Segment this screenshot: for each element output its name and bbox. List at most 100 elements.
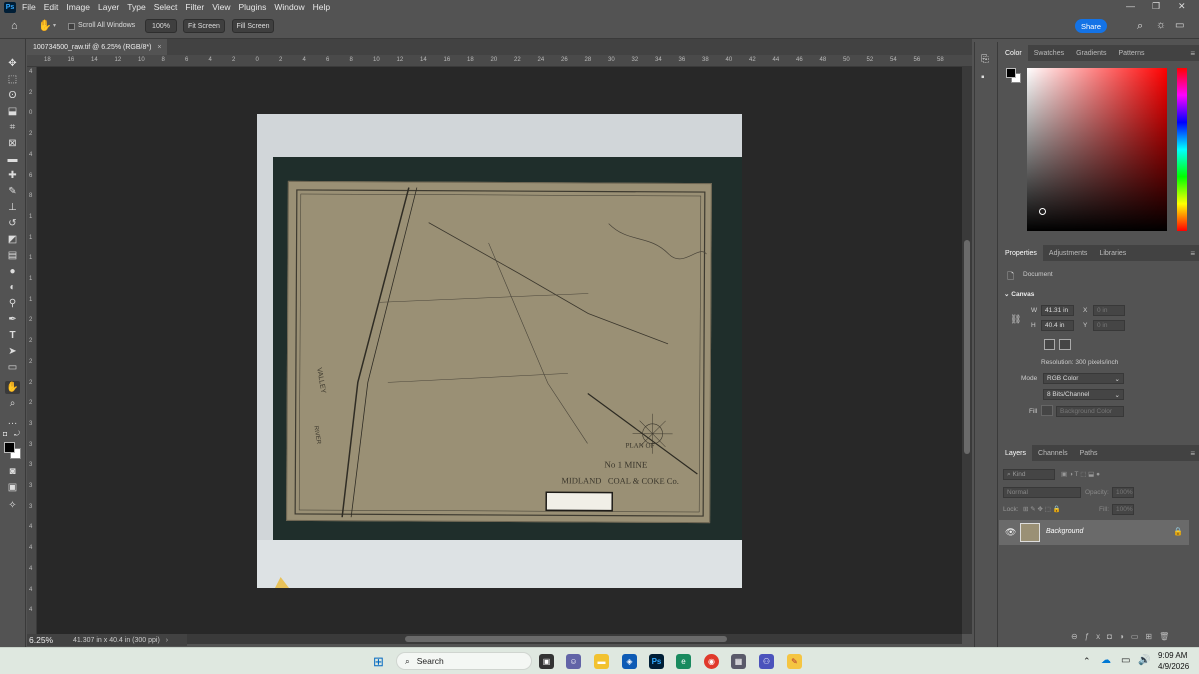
tab-layers[interactable]: Layers: [999, 445, 1033, 461]
tab-swatches[interactable]: Swatches: [1028, 45, 1070, 61]
tab-libraries[interactable]: Libraries: [1093, 245, 1132, 261]
menu-help[interactable]: Help: [313, 2, 330, 12]
workspace-icon[interactable]: ▭: [1175, 20, 1184, 31]
type-tool-icon[interactable]: T: [5, 329, 20, 342]
layer-fill-field[interactable]: 100%: [1112, 504, 1134, 515]
fg-color-chip[interactable]: [1006, 68, 1016, 78]
close-icon[interactable]: ✕: [1178, 1, 1186, 12]
file-explorer-icon[interactable]: ▬: [594, 654, 609, 669]
menu-view[interactable]: View: [212, 2, 230, 12]
gradient-tool-icon[interactable]: ▤: [5, 249, 20, 262]
menu-file[interactable]: File: [22, 2, 36, 12]
panel-menu-icon[interactable]: ≡: [1190, 49, 1195, 58]
eraser-tool-icon[interactable]: ◩: [5, 233, 20, 246]
fill-color-swatch[interactable]: [1041, 405, 1053, 416]
panel-menu-icon[interactable]: ≡: [1190, 249, 1195, 258]
menu-image[interactable]: Image: [66, 2, 90, 12]
fit-screen-button[interactable]: Fit Screen: [183, 19, 225, 33]
layer-kind-filter[interactable]: ⌕ Kind: [1003, 469, 1055, 480]
path-select-icon[interactable]: ➤: [5, 345, 20, 358]
tab-patterns[interactable]: Patterns: [1112, 45, 1150, 61]
tab-properties[interactable]: Properties: [999, 245, 1043, 261]
history-brush-icon[interactable]: ↺: [5, 217, 20, 230]
document-tab[interactable]: 100734500_raw.tif @ 6.25% (RGB/8*) ×: [27, 39, 167, 55]
bits-select[interactable]: 8 Bits/Channel ⌄: [1043, 389, 1124, 400]
restore-icon[interactable]: ❐: [1152, 1, 1160, 12]
clone-stamp-icon[interactable]: ⊥: [5, 201, 20, 214]
eye-icon[interactable]: 👁: [1005, 527, 1016, 538]
chrome-icon[interactable]: ◉: [704, 654, 719, 669]
scroll-all-checkbox[interactable]: [68, 23, 75, 30]
move-tool-icon[interactable]: ✥: [5, 57, 20, 70]
vertical-scrollbar[interactable]: [962, 67, 972, 634]
tab-channels[interactable]: Channels: [1032, 445, 1074, 461]
quick-mask-icon[interactable]: ◙: [5, 465, 20, 478]
menu-select[interactable]: Select: [154, 2, 178, 12]
pen-tool-icon[interactable]: ✒: [5, 313, 20, 326]
layer-row-background[interactable]: 👁 Background 🔒: [999, 520, 1189, 545]
layer-name[interactable]: Background: [1046, 528, 1083, 535]
tab-paths[interactable]: Paths: [1074, 445, 1104, 461]
frame-tool-icon[interactable]: ⊠: [5, 137, 20, 150]
chevron-up-icon[interactable]: ⌃: [1083, 656, 1091, 667]
edge-icon[interactable]: e: [676, 654, 691, 669]
search-icon[interactable]: ⌕: [1137, 20, 1143, 33]
lock-icon[interactable]: 🔒: [1173, 527, 1183, 536]
menu-edit[interactable]: Edit: [44, 2, 59, 12]
windows-start-icon[interactable]: ⊞: [371, 654, 386, 669]
history-panel-icon[interactable]: ⎘: [981, 54, 989, 65]
width-field[interactable]: 41.31 in: [1041, 305, 1074, 316]
horizontal-scroll-thumb[interactable]: [405, 636, 727, 642]
photoshop-taskbar-icon[interactable]: Ps: [649, 654, 664, 669]
teams-work-icon[interactable]: ⚇: [759, 654, 774, 669]
canvas-section-toggle[interactable]: ⌄ Canvas: [1004, 290, 1034, 298]
lasso-tool-icon[interactable]: ʘ: [5, 89, 20, 102]
color-picker-cursor[interactable]: [1039, 208, 1046, 215]
document-canvas[interactable]: VALLEY RIVER PLAN OF No 1 MINE MIDLAND C…: [257, 114, 742, 588]
hue-slider[interactable]: [1177, 68, 1187, 231]
opacity-field[interactable]: 100%: [1112, 487, 1134, 498]
tab-adjustments[interactable]: Adjustments: [1043, 245, 1094, 261]
default-colors-icon[interactable]: ◘: [3, 431, 7, 438]
healing-brush-icon[interactable]: ✚: [5, 169, 20, 182]
hand-tool-icon[interactable]: ✋: [5, 381, 20, 394]
vertical-scroll-thumb[interactable]: [964, 240, 970, 454]
sticky-notes-icon[interactable]: ✎: [787, 654, 802, 669]
landscape-orientation-icon[interactable]: [1059, 339, 1071, 350]
more-tools-icon[interactable]: …: [5, 415, 20, 428]
zoom-100-button[interactable]: 100%: [145, 19, 177, 33]
sponge-tool-icon[interactable]: ⚲: [5, 297, 20, 310]
rectangle-tool-icon[interactable]: ▭: [5, 361, 20, 374]
network-icon[interactable]: ▭: [1121, 655, 1130, 666]
generative-fill-icon[interactable]: ✧: [5, 499, 20, 512]
canvas-area[interactable]: VALLEY RIVER PLAN OF No 1 MINE MIDLAND C…: [37, 67, 962, 634]
taskbar-time[interactable]: 9:09 AM: [1158, 651, 1187, 660]
fill-select[interactable]: Background Color: [1056, 406, 1124, 417]
link-icon[interactable]: ⛓: [1010, 314, 1021, 325]
menu-window[interactable]: Window: [274, 2, 304, 12]
home-icon[interactable]: ⌂: [11, 20, 18, 32]
layer-filter-icons[interactable]: ▣ ◑ T ⬚ ⬓ ●: [1061, 470, 1100, 478]
blur-tool-icon[interactable]: ●: [5, 265, 20, 278]
mode-select[interactable]: RGB Color ⌄: [1043, 373, 1124, 384]
x-field[interactable]: 0 in: [1093, 305, 1125, 316]
chevron-down-icon[interactable]: ▾: [53, 22, 56, 29]
tab-color[interactable]: Color: [999, 45, 1028, 61]
minimize-icon[interactable]: —: [1126, 1, 1135, 11]
taskbar-date[interactable]: 4/9/2026: [1158, 662, 1189, 671]
security-shield-icon[interactable]: ◈: [622, 654, 637, 669]
menu-type[interactable]: Type: [127, 2, 145, 12]
photoshop-logo[interactable]: Ps: [4, 1, 16, 13]
object-select-tool-icon[interactable]: ⬓: [5, 105, 20, 118]
volume-icon[interactable]: 🔊: [1138, 655, 1150, 666]
teams-icon[interactable]: ☺: [566, 654, 581, 669]
document-size[interactable]: 41.307 in x 40.4 in (300 ppi): [73, 637, 160, 644]
layer-actions-icons[interactable]: ⊖ƒx◘◑▭⊞🗑: [1071, 632, 1176, 641]
dodge-tool-icon[interactable]: ◐: [5, 281, 20, 294]
menu-plugins[interactable]: Plugins: [238, 2, 266, 12]
lock-icons[interactable]: ⊞ ✎ ✥ ⬚ 🔒: [1023, 505, 1061, 513]
lightbulb-icon[interactable]: ☼: [1156, 19, 1166, 31]
tab-gradients[interactable]: Gradients: [1070, 45, 1112, 61]
height-field[interactable]: 40.4 in: [1041, 320, 1074, 331]
blend-mode-select[interactable]: Normal: [1003, 487, 1081, 498]
